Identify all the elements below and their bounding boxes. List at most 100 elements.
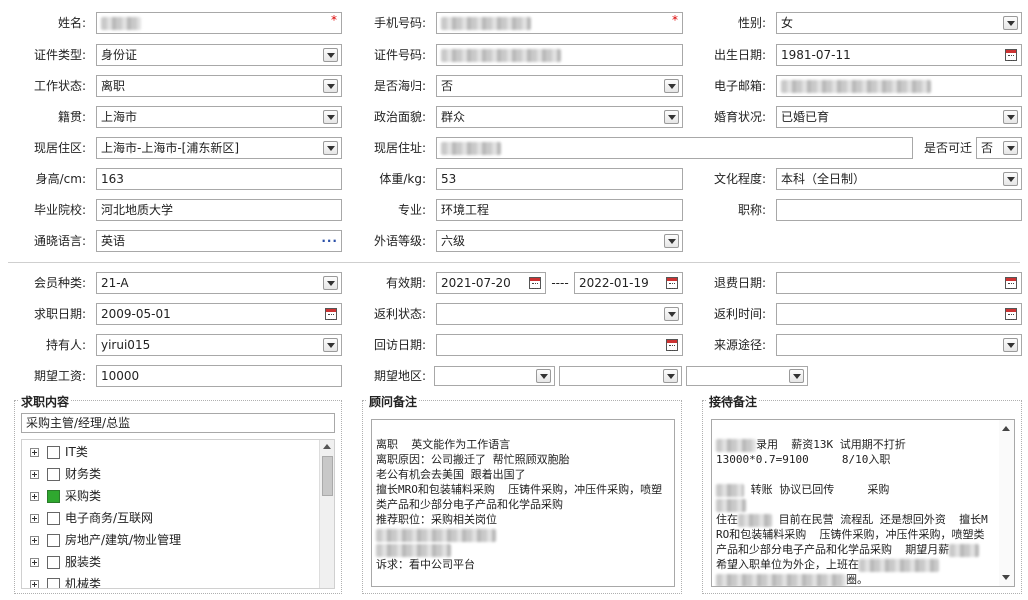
overseas-select[interactable]: 否: [436, 75, 683, 97]
chevron-down-icon[interactable]: [1003, 172, 1018, 186]
expand-icon[interactable]: [30, 536, 39, 545]
tree-item[interactable]: IT类: [30, 442, 88, 462]
gender-value: 女: [781, 16, 794, 30]
chevron-down-icon[interactable]: [536, 369, 551, 383]
chevron-down-icon[interactable]: [323, 276, 338, 290]
rebate-time-field[interactable]: [776, 303, 1022, 325]
marital-select[interactable]: 已婚已育: [776, 106, 1022, 128]
chevron-down-icon[interactable]: [1003, 16, 1018, 30]
chevron-down-icon[interactable]: [664, 234, 679, 248]
chevron-down-icon[interactable]: [789, 369, 804, 383]
calendar-icon[interactable]: [1005, 49, 1017, 61]
checkbox[interactable]: [47, 446, 60, 459]
idtype-select[interactable]: 身份证: [96, 44, 342, 66]
region-province-select[interactable]: [434, 366, 555, 386]
chevron-down-icon[interactable]: [323, 48, 338, 62]
chevron-down-icon[interactable]: [1003, 338, 1018, 352]
holder-select[interactable]: yirui015: [96, 334, 342, 356]
birth-value: 1981-07-11: [781, 48, 851, 62]
political-select[interactable]: 群众: [436, 106, 683, 128]
language-field[interactable]: 英语 ···: [96, 230, 342, 252]
region-district-select[interactable]: [686, 366, 808, 386]
relocate-select[interactable]: 否: [976, 137, 1022, 159]
calendar-icon[interactable]: [666, 277, 678, 289]
gender-label: 性别:: [737, 16, 766, 30]
tree-item[interactable]: 房地产/建筑/物业管理: [30, 530, 181, 550]
checkbox[interactable]: [47, 534, 60, 547]
political-label: 政治面貌:: [373, 110, 426, 124]
rebate-state-select[interactable]: [436, 303, 683, 325]
expand-icon[interactable]: [30, 580, 39, 588]
address-field[interactable]: [436, 137, 913, 159]
weight-field[interactable]: 53: [436, 168, 683, 190]
checkbox[interactable]: [47, 556, 60, 569]
refund-date-field[interactable]: [776, 272, 1022, 294]
education-select[interactable]: 本科（全日制）: [776, 168, 1022, 190]
calendar-icon[interactable]: [1005, 308, 1017, 320]
area-select[interactable]: 上海市-上海市-[浦东新区]: [96, 137, 342, 159]
chevron-down-icon[interactable]: [664, 79, 679, 93]
tree-item[interactable]: 采购类: [30, 486, 101, 506]
region-city-select[interactable]: [559, 366, 682, 386]
tree-item[interactable]: 电子商务/互联网: [30, 508, 153, 528]
notes-scrollbar[interactable]: [999, 420, 1014, 586]
advisor-notes-textarea[interactable]: 离职 英文能作为工作语言 离职原因：公司搬迁了 帮忙照顾双胞胎 老公有机会去美国 跟…: [371, 419, 675, 587]
calendar-icon[interactable]: [529, 277, 541, 289]
native-select[interactable]: 上海市: [96, 106, 342, 128]
tree-scrollbar[interactable]: [319, 440, 334, 588]
calendar-icon[interactable]: [325, 308, 337, 320]
chevron-down-icon[interactable]: [1003, 141, 1018, 155]
gender-select[interactable]: 女: [776, 12, 1022, 34]
calendar-icon[interactable]: [1005, 277, 1017, 289]
tree-item[interactable]: 财务类: [30, 464, 101, 484]
scroll-up-icon[interactable]: [323, 444, 331, 449]
chevron-down-icon[interactable]: [664, 110, 679, 124]
reception-notes-textarea[interactable]: 录用 薪资13K 试用期不打折 13000*0.7=9100 8/10入职 转账 …: [711, 419, 1015, 587]
source-select[interactable]: [776, 334, 1022, 356]
chevron-down-icon[interactable]: [664, 307, 679, 321]
calendar-icon[interactable]: [666, 339, 678, 351]
visit-date-field[interactable]: [436, 334, 683, 356]
more-icon[interactable]: ···: [321, 231, 338, 251]
chevron-down-icon[interactable]: [323, 110, 338, 124]
expand-icon[interactable]: [30, 558, 39, 567]
chevron-down-icon[interactable]: [323, 79, 338, 93]
email-field[interactable]: [776, 75, 1022, 97]
member-type-select[interactable]: 21-A: [96, 272, 342, 294]
job-title-field[interactable]: [776, 199, 1022, 221]
checkbox[interactable]: [47, 512, 60, 525]
scroll-up-icon[interactable]: [1002, 426, 1010, 431]
valid-to-field[interactable]: 2022-01-19: [574, 272, 683, 294]
chevron-down-icon[interactable]: [663, 369, 678, 383]
phone-field[interactable]: *: [436, 12, 683, 34]
name-field[interactable]: *: [96, 12, 342, 34]
checkbox[interactable]: [47, 578, 60, 588]
birth-date-field[interactable]: 1981-07-11: [776, 44, 1022, 66]
expand-icon[interactable]: [30, 492, 39, 501]
job-date-field[interactable]: 2009-05-01: [96, 303, 342, 325]
idno-field[interactable]: [436, 44, 683, 66]
idtype-label: 证件类型:: [33, 48, 86, 62]
school-field[interactable]: 河北地质大学: [96, 199, 342, 221]
expand-icon[interactable]: [30, 448, 39, 457]
expand-icon[interactable]: [30, 470, 39, 479]
checkbox-checked[interactable]: [47, 490, 60, 503]
job-content-title: 求职内容: [19, 393, 72, 410]
checkbox[interactable]: [47, 468, 60, 481]
chevron-down-icon[interactable]: [1003, 110, 1018, 124]
salary-field[interactable]: 10000: [96, 365, 342, 387]
major-field[interactable]: 环境工程: [436, 199, 683, 221]
job-date-label: 求职日期:: [33, 307, 86, 321]
scrollbar-thumb[interactable]: [322, 456, 333, 496]
chevron-down-icon[interactable]: [323, 338, 338, 352]
tree-item[interactable]: 服装类: [30, 552, 101, 572]
scroll-down-icon[interactable]: [1002, 575, 1010, 580]
language-level-select[interactable]: 六级: [436, 230, 683, 252]
valid-from-field[interactable]: 2021-07-20: [436, 272, 546, 294]
work-status-select[interactable]: 离职: [96, 75, 342, 97]
expand-icon[interactable]: [30, 514, 39, 523]
height-field[interactable]: 163: [96, 168, 342, 190]
tree-item[interactable]: 机械类: [30, 574, 101, 588]
job-selected-field[interactable]: 采购主管/经理/总监: [21, 413, 335, 433]
chevron-down-icon[interactable]: [323, 141, 338, 155]
